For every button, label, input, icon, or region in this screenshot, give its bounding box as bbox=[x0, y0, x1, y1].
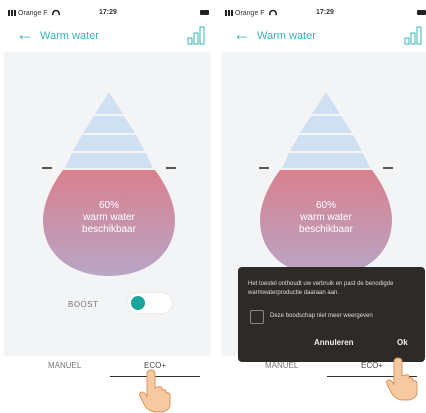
tank-label-line3: beschikbaar bbox=[82, 224, 136, 235]
signal-icon bbox=[8, 10, 16, 16]
cancel-button[interactable]: Annuleren bbox=[314, 338, 354, 347]
battery-icon bbox=[417, 10, 426, 15]
tank-label-line2: warm water bbox=[83, 212, 135, 223]
water-drop-graphic bbox=[259, 92, 393, 276]
status-bar: Orange F 17:29 bbox=[221, 7, 426, 19]
tab-manuel[interactable]: MANUEL bbox=[48, 361, 81, 370]
back-arrow-icon[interactable]: ← bbox=[233, 24, 251, 45]
hand-pointer-icon bbox=[386, 357, 418, 401]
status-time: 17:29 bbox=[99, 9, 117, 16]
water-tank: 60% warm water beschikbaar bbox=[42, 90, 176, 280]
page-title: Warm water bbox=[40, 30, 99, 42]
eco-info-dialog: Het toestel onthoudt uw verbruik en past… bbox=[238, 267, 425, 362]
ok-button[interactable]: Ok bbox=[397, 338, 408, 347]
boost-toggle[interactable] bbox=[128, 293, 172, 313]
back-arrow-icon[interactable]: ← bbox=[16, 24, 34, 45]
water-drop-graphic bbox=[42, 92, 176, 276]
checkbox-label: Deze boodschap niet meer weergeven bbox=[270, 313, 373, 319]
app-header: ← Warm water bbox=[221, 22, 426, 52]
toggle-knob bbox=[131, 296, 145, 310]
dialog-message: Het toestel onthoudt uw verbruik en past… bbox=[248, 281, 394, 296]
status-bar: Orange F 17:29 bbox=[4, 7, 211, 19]
page-title: Warm water bbox=[257, 30, 316, 42]
tank-label-line3: beschikbaar bbox=[299, 224, 353, 235]
hand-pointer-icon bbox=[139, 369, 171, 413]
app-header: ← Warm water bbox=[4, 22, 211, 52]
carrier-name: Orange F bbox=[235, 10, 265, 17]
tab-eco-plus[interactable]: ECO+ bbox=[361, 361, 383, 370]
screen-boost: Orange F 17:29 ← Warm water 60% warm wat… bbox=[4, 0, 211, 386]
status-time: 17:29 bbox=[316, 9, 334, 16]
dont-show-again-checkbox[interactable] bbox=[250, 310, 264, 324]
mode-tabbar: MANUEL ECO+ bbox=[4, 356, 211, 386]
boost-label: BOOST bbox=[68, 300, 99, 309]
wifi-icon bbox=[268, 9, 277, 16]
water-tank: 60% warm water beschikbaar bbox=[259, 90, 393, 280]
bar-chart-icon[interactable] bbox=[404, 25, 422, 45]
content-area: 60% warm water beschikbaar BOOST bbox=[4, 52, 211, 386]
tank-label-line2: warm water bbox=[300, 212, 352, 223]
wifi-icon bbox=[51, 9, 60, 16]
carrier-name: Orange F bbox=[18, 10, 48, 17]
tank-percent: 60% bbox=[315, 200, 336, 211]
screen-eco-dialog: Orange F 17:29 ← Warm water 60% warm wat… bbox=[221, 0, 426, 386]
tab-manuel[interactable]: MANUEL bbox=[265, 361, 298, 370]
bar-chart-icon[interactable] bbox=[187, 25, 205, 45]
battery-icon bbox=[200, 10, 209, 15]
tank-percent: 60% bbox=[98, 200, 119, 211]
signal-icon bbox=[225, 10, 233, 16]
